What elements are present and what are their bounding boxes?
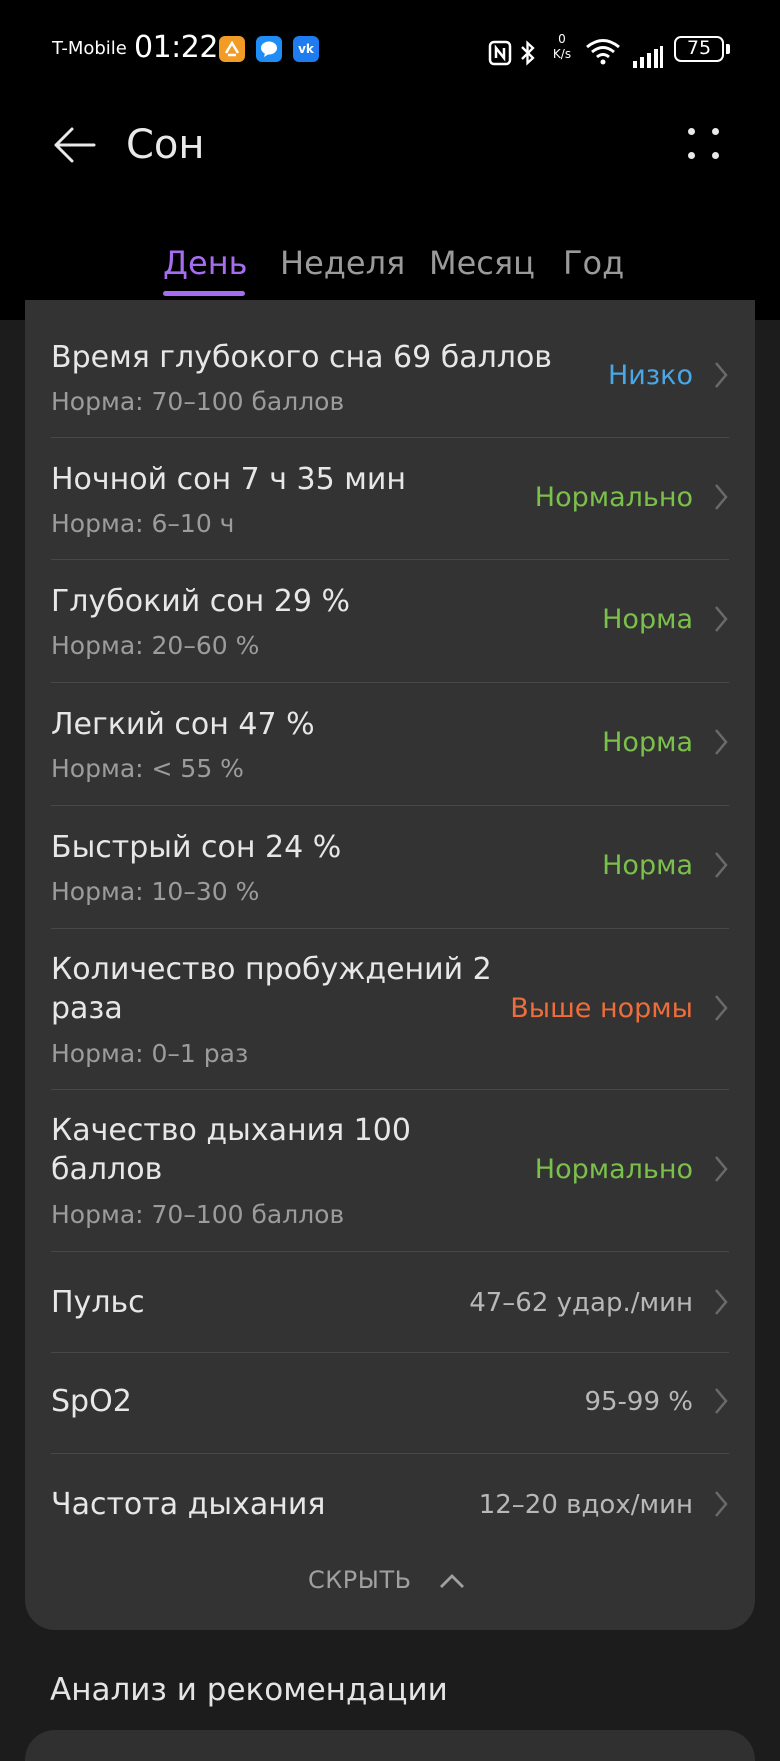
metric-title-line1: Качество дыхания 100 bbox=[51, 1113, 411, 1148]
back-arrow-icon bbox=[54, 127, 96, 163]
metric-status: Нормально bbox=[534, 1154, 693, 1185]
messenger-icon bbox=[256, 36, 282, 62]
metric-row-breathing-rate[interactable]: Частота дыхания 12–20 вдох/мин bbox=[51, 1453, 729, 1554]
metric-status: Нормально bbox=[534, 482, 693, 513]
metric-status: Низко bbox=[607, 360, 693, 391]
notification-app-icon bbox=[219, 36, 245, 62]
metric-title: Ночной сон 7 ч 35 мин bbox=[51, 462, 406, 497]
status-bar: T-Mobile 01:22 vk 0 K/s 75 bbox=[0, 26, 780, 72]
metric-row-rem-sleep[interactable]: Быстрый сон 24 % Норма: 10–30 % Норма bbox=[51, 805, 729, 928]
wifi-icon bbox=[586, 39, 620, 65]
screen: T-Mobile 01:22 vk 0 K/s 75 Сон День Неде… bbox=[0, 0, 780, 1761]
metric-row-spo2[interactable]: SpO2 95-99 % bbox=[51, 1352, 729, 1453]
chevron-right-icon bbox=[715, 1156, 728, 1182]
chevron-right-icon bbox=[715, 852, 728, 878]
cell-signal-icon bbox=[633, 46, 663, 68]
tab-day[interactable]: День bbox=[163, 244, 247, 282]
more-dot-icon bbox=[688, 128, 695, 135]
metric-title: Легкий сон 47 % bbox=[51, 707, 315, 742]
metric-row-pulse[interactable]: Пульс 47–62 удар./мин bbox=[51, 1251, 729, 1352]
chevron-right-icon bbox=[715, 1388, 728, 1414]
chevron-right-icon bbox=[715, 1289, 728, 1315]
network-speed-value: 0 bbox=[558, 32, 566, 46]
battery-nub bbox=[726, 44, 730, 54]
tab-week[interactable]: Неделя bbox=[280, 244, 405, 282]
metric-status: Норма bbox=[602, 604, 693, 635]
metric-row-breathing-quality[interactable]: Качество дыхания 100 баллов Норма: 70–10… bbox=[51, 1089, 729, 1251]
metric-status: Норма bbox=[602, 850, 693, 881]
nfc-icon bbox=[488, 40, 512, 66]
carrier-name: T-Mobile bbox=[52, 38, 127, 59]
chevron-up-icon bbox=[440, 1574, 464, 1588]
metric-norm: Норма: 20–60 % bbox=[51, 631, 260, 660]
network-speed-unit: K/s bbox=[552, 47, 572, 61]
status-time: 01:22 bbox=[134, 30, 218, 65]
metric-title: SpO2 bbox=[51, 1384, 132, 1419]
chevron-right-icon bbox=[715, 729, 728, 755]
hide-button[interactable]: СКРЫТЬ bbox=[308, 1562, 472, 1602]
active-tab-indicator bbox=[163, 291, 245, 296]
tab-month[interactable]: Месяц bbox=[429, 244, 535, 282]
sleep-metrics-card: Время глубокого сна 69 баллов Норма: 70–… bbox=[25, 300, 755, 1630]
metric-title: Пульс bbox=[51, 1285, 145, 1320]
metric-title: Время глубокого сна 69 баллов bbox=[51, 340, 552, 375]
section-title-analysis: Анализ и рекомендации bbox=[50, 1672, 448, 1708]
more-options-button[interactable] bbox=[682, 122, 726, 166]
metric-title-line1: Количество пробуждений 2 bbox=[51, 952, 492, 987]
metric-norm: Норма: 0–1 раз bbox=[51, 1039, 249, 1068]
network-speed: 0 K/s bbox=[548, 32, 576, 62]
hide-label: СКРЫТЬ bbox=[308, 1566, 412, 1594]
metric-row-light-sleep[interactable]: Легкий сон 47 % Норма: < 55 % Норма bbox=[51, 682, 729, 805]
page-title: Сон bbox=[126, 122, 205, 168]
metric-norm: Норма: 6–10 ч bbox=[51, 509, 235, 538]
chevron-right-icon bbox=[715, 362, 728, 388]
metric-title: Быстрый сон 24 % bbox=[51, 830, 342, 865]
metric-value: 12–20 вдох/мин bbox=[478, 1490, 693, 1520]
chevron-right-icon bbox=[715, 1491, 728, 1517]
metric-value: 47–62 удар./мин bbox=[469, 1288, 693, 1318]
chevron-right-icon bbox=[715, 484, 728, 510]
metric-title: Глубокий сон 29 % bbox=[51, 584, 350, 619]
more-dot-icon bbox=[712, 152, 719, 159]
chevron-right-icon bbox=[715, 995, 728, 1021]
more-dot-icon bbox=[688, 152, 695, 159]
tab-year[interactable]: Год bbox=[563, 244, 624, 282]
metric-row-awakenings[interactable]: Количество пробуждений 2 раза Норма: 0–1… bbox=[51, 928, 729, 1089]
metric-value: 95-99 % bbox=[584, 1387, 693, 1417]
metric-title-line2: раза bbox=[51, 991, 123, 1026]
metric-status: Норма bbox=[602, 727, 693, 758]
metric-row-deep-sleep-time[interactable]: Время глубокого сна 69 баллов Норма: 70–… bbox=[51, 300, 729, 416]
analysis-card bbox=[25, 1730, 755, 1761]
metric-norm: Норма: < 55 % bbox=[51, 754, 244, 783]
metric-row-deep-sleep[interactable]: Глубокий сон 29 % Норма: 20–60 % Норма bbox=[51, 559, 729, 682]
metric-status: Выше нормы bbox=[510, 993, 693, 1024]
bluetooth-icon bbox=[521, 40, 535, 66]
metric-title-line2: баллов bbox=[51, 1152, 163, 1187]
more-dot-icon bbox=[712, 128, 719, 135]
metric-norm: Норма: 70–100 баллов bbox=[51, 387, 345, 416]
metric-row-night-sleep[interactable]: Ночной сон 7 ч 35 мин Норма: 6–10 ч Норм… bbox=[51, 437, 729, 559]
chevron-right-icon bbox=[715, 606, 728, 632]
battery-indicator: 75 bbox=[674, 36, 724, 62]
metric-norm: Норма: 70–100 баллов bbox=[51, 1200, 345, 1229]
metric-title: Частота дыхания bbox=[51, 1487, 326, 1522]
vk-icon: vk bbox=[293, 36, 319, 62]
metric-norm: Норма: 10–30 % bbox=[51, 877, 260, 906]
back-button[interactable] bbox=[50, 120, 100, 170]
